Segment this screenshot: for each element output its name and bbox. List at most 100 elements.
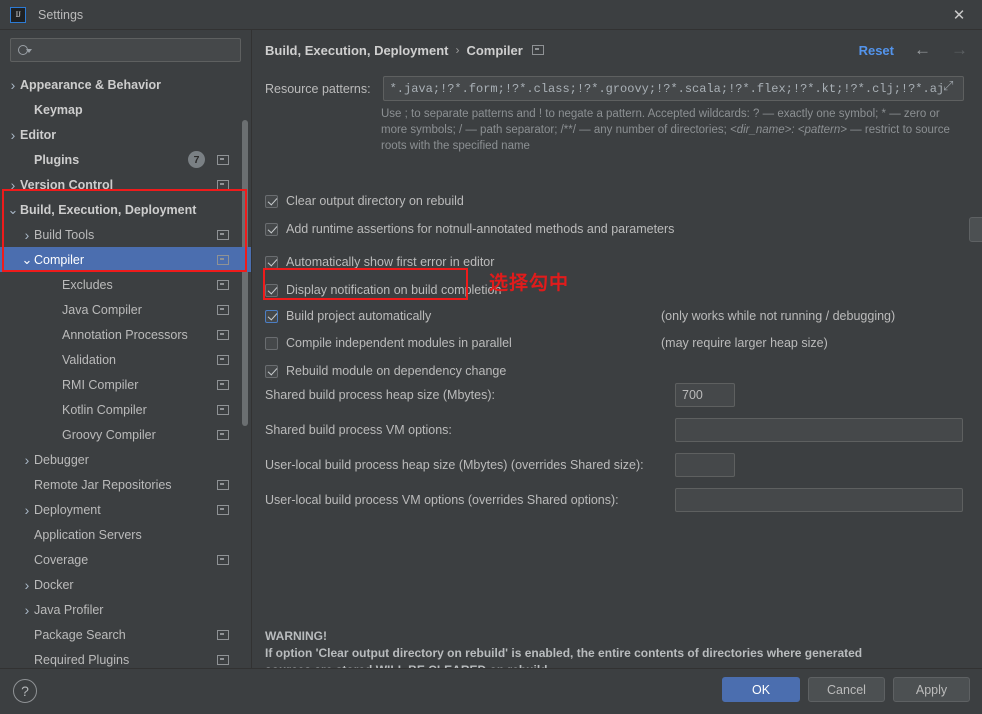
- sidebar-item-version-control[interactable]: › Version Control: [0, 172, 251, 197]
- expand-editor-icon[interactable]: [943, 78, 959, 97]
- sidebar-item-label: Keymap: [34, 102, 83, 117]
- sidebar-item-package-search[interactable]: Package Search: [0, 622, 251, 647]
- field-input-wrap: [675, 453, 735, 477]
- sidebar-item-annotation-processors[interactable]: Annotation Processors: [0, 322, 251, 347]
- settings-tree[interactable]: › Appearance & Behavior Keymap › Editor Plugi…: [0, 72, 251, 668]
- chevron-down-icon[interactable]: ⌄: [20, 247, 34, 272]
- checkbox-compile-independent-modules-in-parallel[interactable]: [265, 336, 278, 350]
- sidebar-item-build-tools[interactable]: › Build Tools: [0, 222, 251, 247]
- sidebar-item-editor[interactable]: › Editor: [0, 122, 251, 147]
- reset-button[interactable]: Reset: [859, 43, 894, 58]
- checkbox-rebuild-module-on-dependency-change[interactable]: [265, 364, 278, 378]
- sidebar-item-java-profiler[interactable]: › Java Profiler: [0, 597, 251, 622]
- sidebar-item-application-servers[interactable]: Application Servers: [0, 522, 251, 547]
- sidebar-item-kotlin-compiler[interactable]: Kotlin Compiler: [0, 397, 251, 422]
- sidebar-item-label: RMI Compiler: [62, 377, 139, 392]
- chevron-right-icon[interactable]: ›: [20, 497, 34, 522]
- sidebar-item-label: Build, Execution, Deployment: [20, 202, 197, 217]
- sidebar-item-docker[interactable]: › Docker: [0, 572, 251, 597]
- chevron-right-icon[interactable]: ›: [20, 222, 34, 247]
- sidebar-item-java-compiler[interactable]: Java Compiler: [0, 297, 251, 322]
- checkbox-label: Automatically show first error in editor: [286, 255, 495, 269]
- sidebar-item-compiler[interactable]: ⌄ Compiler: [0, 247, 251, 272]
- checkbox-row[interactable]: Display notification on build completion: [265, 279, 501, 301]
- module-settings-icon: [217, 479, 229, 490]
- resource-patterns-value: *.java;!?*.form;!?*.class;!?*.groovy;!?*…: [389, 81, 943, 96]
- breadcrumb: Build, Execution, Deployment › Compiler …: [253, 30, 982, 70]
- field-input[interactable]: [675, 488, 963, 512]
- sidebar-item-label: Package Search: [34, 627, 126, 642]
- checkbox-add-runtime-assertions-for-notnull-annotated-methods-and-parameters[interactable]: [265, 222, 278, 236]
- checkbox-row[interactable]: Build project automatically: [265, 305, 431, 327]
- chevron-right-icon[interactable]: ›: [6, 172, 20, 197]
- sidebar-item-keymap[interactable]: Keymap: [0, 97, 251, 122]
- checkbox-row[interactable]: Rebuild module on dependency change: [265, 360, 506, 382]
- module-settings-icon: [217, 329, 229, 340]
- field-input[interactable]: 700: [675, 383, 735, 407]
- chevron-right-icon[interactable]: ›: [20, 447, 34, 472]
- configure-annotations-button[interactable]: Configure annotations...: [969, 217, 982, 242]
- window-title: Settings: [38, 7, 84, 22]
- checkbox-clear-output-directory-on-rebuild[interactable]: [265, 194, 278, 208]
- resource-patterns-label: Resource patterns:: [265, 81, 371, 96]
- search-box[interactable]: [10, 38, 241, 62]
- warning-message: WARNING! If option 'Clear output directo…: [265, 628, 964, 668]
- checkbox-row[interactable]: Automatically show first error in editor: [265, 251, 494, 273]
- back-arrow-icon[interactable]: ←: [914, 40, 931, 60]
- sidebar-item-deployment[interactable]: › Deployment: [0, 497, 251, 522]
- search-input[interactable]: [31, 43, 240, 57]
- sidebar-item-required-plugins[interactable]: Required Plugins: [0, 647, 251, 668]
- cancel-button[interactable]: Cancel: [808, 677, 885, 702]
- field-input[interactable]: [675, 453, 735, 477]
- field-row: User-local build process VM options (ove…: [265, 488, 964, 512]
- help-text-italic: <dir_name>: <pattern>: [729, 124, 847, 136]
- module-settings-icon: [217, 154, 229, 165]
- checkbox-row[interactable]: Clear output directory on rebuild: [265, 190, 464, 212]
- breadcrumb-parent[interactable]: Build, Execution, Deployment: [265, 43, 448, 58]
- sidebar-item-plugins[interactable]: Plugins 7: [0, 147, 251, 172]
- resource-patterns-row: Resource patterns: *.java;!?*.form;!?*.c…: [265, 76, 964, 101]
- sidebar-item-validation[interactable]: Validation: [0, 347, 251, 372]
- field-label: Shared build process VM options:: [265, 423, 452, 437]
- sidebar-item-rmi-compiler[interactable]: RMI Compiler: [0, 372, 251, 397]
- sidebar-item-label: Deployment: [34, 502, 101, 517]
- checkbox-row[interactable]: Compile independent modules in parallel: [265, 332, 512, 354]
- help-icon[interactable]: ?: [13, 679, 37, 703]
- module-settings-icon: [217, 254, 229, 265]
- ok-button[interactable]: OK: [722, 677, 800, 702]
- intellij-logo-icon: IJ: [10, 6, 26, 23]
- resource-patterns-field[interactable]: *.java;!?*.form;!?*.class;!?*.groovy;!?*…: [382, 76, 964, 101]
- sidebar-item-coverage[interactable]: Coverage: [0, 547, 251, 572]
- checkbox-hint: (may require larger heap size): [661, 336, 828, 350]
- checkbox-display-notification-on-build-completion[interactable]: [265, 283, 278, 297]
- checkbox-label: Rebuild module on dependency change: [286, 364, 507, 378]
- forward-arrow-icon[interactable]: →: [951, 40, 968, 60]
- field-input[interactable]: [675, 418, 963, 442]
- sidebar-item-remote-jar-repositories[interactable]: Remote Jar Repositories: [0, 472, 251, 497]
- sidebar-item-label: Java Compiler: [62, 302, 142, 317]
- sidebar-item-excludes[interactable]: Excludes: [0, 272, 251, 297]
- module-settings-icon: [217, 404, 229, 415]
- field-input-wrap: [675, 418, 963, 442]
- chevron-right-icon[interactable]: ›: [20, 597, 34, 622]
- checkbox-build-project-automatically[interactable]: [265, 309, 278, 323]
- module-settings-icon: [217, 354, 229, 365]
- sidebar-item-build-execution-deployment[interactable]: ⌄ Build, Execution, Deployment: [0, 197, 251, 222]
- chevron-right-icon[interactable]: ›: [6, 122, 20, 147]
- sidebar-item-appearance-behavior[interactable]: › Appearance & Behavior: [0, 72, 251, 97]
- checkbox-row[interactable]: Add runtime assertions for notnull-annot…: [265, 218, 674, 240]
- warning-line-1: If option 'Clear output directory on reb…: [265, 646, 863, 660]
- sidebar-item-label: Remote Jar Repositories: [34, 477, 172, 492]
- sidebar-item-label: Docker: [34, 577, 74, 592]
- sidebar-item-label: Debugger: [34, 452, 89, 467]
- checkbox-automatically-show-first-error-in-editor[interactable]: [265, 255, 278, 269]
- sidebar-item-label: Editor: [20, 127, 57, 142]
- chevron-right-icon[interactable]: ›: [6, 72, 20, 97]
- sidebar-item-groovy-compiler[interactable]: Groovy Compiler: [0, 422, 251, 447]
- checkbox-hint: (only works while not running / debuggin…: [661, 309, 896, 323]
- sidebar-item-debugger[interactable]: › Debugger: [0, 447, 251, 472]
- chevron-right-icon[interactable]: ›: [20, 572, 34, 597]
- chevron-down-icon[interactable]: ⌄: [6, 197, 20, 222]
- apply-button[interactable]: Apply: [893, 677, 970, 702]
- close-icon[interactable]: ✕: [936, 0, 982, 30]
